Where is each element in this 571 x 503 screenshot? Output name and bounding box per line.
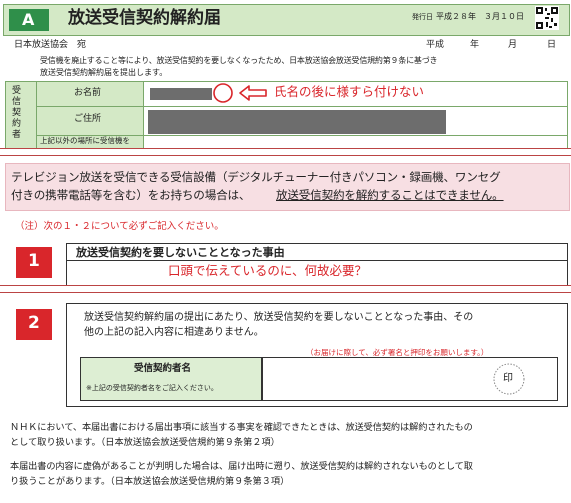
left-arrow-icon: [239, 85, 267, 101]
footer-para2-line1: 本届出書の内容に虚偽があることが判明した場合は、届け出時に遡り、放送受信契約は解…: [10, 461, 473, 472]
section1-number: 1: [28, 251, 40, 271]
date-era: 平成: [426, 40, 445, 50]
footer-para2-line2: り扱うことがあります。（日本放送協会放送受信規約第９条第３項）: [10, 476, 290, 487]
cut-separator-1: [0, 148, 571, 156]
qr-code-icon: [535, 6, 559, 30]
name-annotation: 氏名の後に様すら付けない: [274, 84, 425, 99]
section2-number: 2: [28, 313, 40, 333]
section1-title-rule: [67, 260, 567, 261]
name-label: お名前: [74, 88, 102, 98]
intro-line-2: 放送受信契約解約届を提出します。: [40, 68, 168, 77]
sign-seal-note: （お届けに際して、必ず署名と押印をお願いします。）: [306, 348, 489, 357]
notice-line-2b: 放送受信契約を解約することはできません。: [276, 188, 504, 202]
notice-line-1: テレビジョン放送を受信できる受信設備（デジタルチューナー付きパソコン・録画機、ワ…: [11, 170, 501, 184]
notice-line-2a: 付きの携帯電話等を含む）をお持ちの場合は、: [11, 188, 251, 202]
footer-para1-line1: ＮＨＫにおいて、本届出書における届出事項に該当する事実を確認できたときは、放送受…: [10, 422, 473, 433]
address-label: ご住所: [74, 114, 102, 124]
section1-title: 放送受信契約を要しないこととなった事由: [76, 246, 285, 259]
form-letter: A: [22, 10, 35, 29]
date-year: 年: [470, 40, 480, 50]
circle-mark-icon: [213, 83, 233, 103]
address-redacted: [148, 110, 446, 134]
date-day: 日: [547, 40, 557, 50]
other-value-cell: [143, 135, 568, 149]
intro-line-1: 受信機を廃止すること等により、放送受信契約を要しなくなったため、日本放送協会放送…: [40, 56, 438, 65]
other-label: 上記以外の場所に受信機を: [40, 136, 130, 145]
footer-para1-line2: として取り扱います。（日本放送協会放送受信規約第９条第２項）: [10, 437, 280, 448]
section2-text-2: 他の上記の記入内容に相違ありません。: [84, 327, 264, 338]
issue-label: 発行日: [412, 13, 433, 21]
signature-hint: ※上記の受信契約者名をご記入ください。: [86, 384, 218, 392]
signature-label: 受信契約者名: [134, 363, 192, 374]
section2-text-1: 放送受信契約解約届の提出にあたり、放送受信契約を要しないこととなった事由、その: [84, 312, 474, 323]
addressee: 日本放送協会 宛: [14, 40, 87, 50]
form-title: 放送受信契約解約届: [68, 8, 221, 28]
issue-date: 平成２８年 ３月１０日: [436, 12, 524, 21]
fill-instruction: （注）次の１・２について必ずご記入ください。: [15, 221, 224, 232]
contractor-side-label: 受信契約者: [12, 86, 22, 140]
cut-separator-2: [0, 285, 571, 293]
section1-annotation: 口頭で伝えているのに、何故必要？: [168, 263, 368, 278]
date-month: 月: [508, 40, 518, 50]
name-redacted: [150, 88, 212, 100]
seal-label: 印: [503, 373, 513, 384]
